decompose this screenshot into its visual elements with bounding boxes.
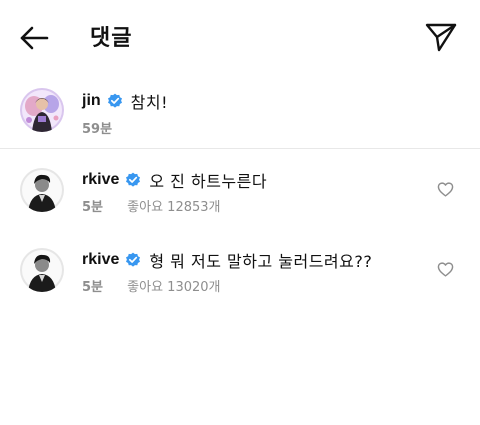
- username[interactable]: rkive: [82, 171, 119, 189]
- avatar-rkive-image: [20, 248, 64, 292]
- arrow-left-icon[interactable]: [18, 22, 50, 54]
- comment-text: 형 뭐 저도 말하고 눌러드려요??: [149, 252, 373, 271]
- verified-badge-icon: [126, 172, 141, 187]
- comment-text: 오 진 하트누른다: [149, 172, 268, 191]
- timestamp: 59분: [82, 122, 113, 137]
- like-count[interactable]: 좋아요 12853개: [127, 200, 220, 215]
- comment-head: rkive 형 뭐 저도 말하고 눌러드려요??: [82, 248, 372, 272]
- username[interactable]: jin: [82, 92, 101, 110]
- comment-head: rkive 오 진 하트누른다: [82, 168, 267, 192]
- page-title: 댓글: [90, 26, 133, 51]
- caption-text: 참치!: [130, 93, 169, 112]
- caption-meta: 59분: [82, 118, 132, 137]
- username[interactable]: rkive: [82, 251, 119, 269]
- avatar-rkive[interactable]: [20, 168, 64, 212]
- paper-plane-icon[interactable]: [424, 20, 458, 54]
- avatar-jin-image: [20, 88, 64, 132]
- divider: [0, 148, 480, 149]
- timestamp: 5분: [82, 280, 104, 295]
- verified-badge-icon: [126, 252, 141, 267]
- like-count[interactable]: 좋아요 13020개: [127, 280, 220, 295]
- timestamp: 5분: [82, 200, 104, 215]
- comment-meta: 5분 좋아요 12853개: [82, 196, 240, 215]
- avatar-rkive[interactable]: [20, 248, 64, 292]
- heart-icon[interactable]: [437, 181, 454, 198]
- verified-badge-icon: [107, 93, 122, 108]
- avatar-rkive-image: [20, 168, 64, 212]
- comment-meta: 5분 좋아요 13020개: [82, 276, 240, 295]
- heart-icon[interactable]: [437, 261, 454, 278]
- top-bar: 댓글: [0, 0, 480, 72]
- caption: jin 참치! 59분: [0, 80, 480, 146]
- caption-head: jin 참치!: [82, 89, 168, 113]
- avatar-jin[interactable]: [20, 88, 64, 132]
